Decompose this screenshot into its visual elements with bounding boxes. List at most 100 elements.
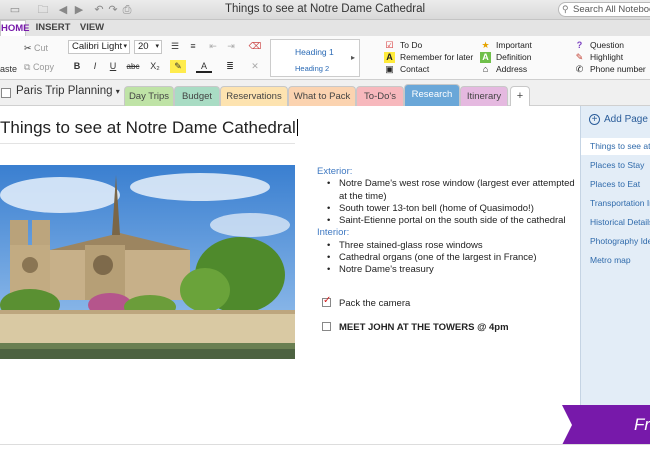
notebooks-pane-icon[interactable] (1, 88, 11, 98)
tab-view[interactable]: VIEW (78, 20, 106, 36)
tag-todo[interactable]: ☑ To Do (384, 40, 422, 51)
tag-label: Phone number (590, 64, 646, 74)
section-tab-reservations[interactable]: Reservations (220, 86, 288, 106)
checkbox-checked[interactable]: ✓ (322, 295, 332, 307)
notebook-selector[interactable]: Paris Trip Planning ▾ (16, 85, 120, 97)
chevron-down-icon: ▾ (155, 43, 159, 50)
tag-label: Question (590, 40, 625, 50)
page-title[interactable]: Things to see at Notre Dame Cathedral (0, 118, 298, 138)
copy-label: Copy (32, 62, 54, 72)
style-heading-2[interactable]: Heading 2 (295, 64, 329, 73)
page-tab[interactable]: Transportation Info (581, 195, 650, 212)
pen-icon: ✎ (575, 52, 584, 62)
indent-icon[interactable]: ⇥ (224, 40, 238, 53)
tag-contact[interactable]: ▣ Contact (384, 64, 429, 75)
search-input[interactable]: ⚲ Search All Notebooks (558, 2, 650, 17)
tag-label: Definition (496, 52, 532, 62)
tag-address[interactable]: ⌂ Address (480, 64, 527, 75)
page-canvas[interactable]: Things to see at Notre Dame Cathedral Ex… (0, 106, 580, 444)
exterior-list: Notre Dame's west rose window (largest e… (317, 178, 579, 227)
highlight-a-icon: A (384, 52, 395, 63)
styles-gallery[interactable]: Heading 1 Heading 2 ▸ (270, 39, 360, 77)
tag-question[interactable]: ? Question (574, 40, 624, 51)
promo-banner: Fr (562, 405, 650, 445)
font-name-select[interactable]: Calibri Light ▾ (68, 40, 130, 54)
title-bar: ▭ 🗀 ◀ ▶ ↶ ↷ ⎙ Things to see at Notre Dam… (0, 0, 650, 20)
font-color-icon[interactable]: A (196, 60, 212, 73)
list-item: Three stained-glass rose windows (317, 240, 579, 253)
todo-label: Pack the camera (339, 298, 411, 309)
strikethrough-button[interactable]: abc (124, 60, 142, 73)
tag-label: Contact (400, 64, 430, 74)
checkmark-icon: ✓ (323, 295, 332, 306)
section-tab-day-trips[interactable]: Day Trips (124, 86, 174, 106)
copy-button[interactable]: ⧉ Copy (24, 61, 54, 74)
numbering-icon[interactable]: ≡ (186, 40, 200, 53)
clear-format-icon[interactable]: ⌫ (248, 40, 262, 53)
page-tab[interactable]: Places to Eat (581, 176, 650, 193)
tag-phone[interactable]: ✆ Phone number (574, 64, 646, 75)
erase-icon[interactable]: ✕ (248, 60, 262, 73)
styles-more-icon[interactable]: ▸ (351, 53, 355, 62)
tab-home[interactable]: HOME (0, 20, 30, 36)
window-title: Things to see at Notre Dame Cathedral (224, 3, 426, 15)
section-tab-what-to-pack[interactable]: What to Pack (288, 86, 356, 106)
interior-list: Three stained-glass rose windows Cathedr… (317, 240, 579, 277)
notre-dame-photo (0, 165, 295, 359)
tags-gallery: ☑ To Do A Remember for later ▣ Contact ★ Imp… (368, 37, 650, 79)
add-page-button[interactable]: + Add Page (589, 114, 648, 125)
paste-button[interactable]: aste (0, 63, 17, 76)
subscript-button[interactable]: X₂ (146, 60, 164, 73)
section-tab-todos[interactable]: To-Do's (356, 86, 404, 106)
style-heading-1[interactable]: Heading 1 (295, 47, 334, 57)
pages-pane: + Add Page Things to see at Notre Dame Pl… (580, 106, 650, 450)
cut-button[interactable]: ✂ Cut (24, 42, 48, 55)
scissors-icon: ✂ (24, 43, 35, 53)
page-tab[interactable]: Places to Stay (581, 157, 650, 174)
add-section-button[interactable]: + (510, 86, 530, 106)
highlighter-icon[interactable]: ✎ (170, 60, 186, 73)
list-item: South tower 13-ton bell (home of Quasimo… (317, 203, 579, 216)
page-tab-active[interactable]: Things to see at Notre Dame (581, 138, 650, 155)
notebook-bar: Paris Trip Planning ▾ Day Trips Budget R… (0, 80, 650, 106)
page-title-text: Things to see at Notre Dame Cathedral (0, 118, 296, 137)
notebook-name: Paris Trip Planning (16, 85, 113, 97)
bullets-icon[interactable]: ☰ (168, 40, 182, 53)
list-item: Saint-Etienne portal on the south side o… (317, 215, 579, 228)
copy-icon: ⧉ (24, 62, 33, 72)
tag-important[interactable]: ★ Important (480, 40, 532, 51)
checkbox-unchecked[interactable] (322, 322, 331, 331)
tag-highlight[interactable]: ✎ Highlight (574, 52, 623, 63)
align-icon[interactable]: ≣ (222, 60, 238, 73)
plus-circle-icon: + (589, 114, 600, 125)
section-tab-research[interactable]: Research (404, 84, 460, 106)
page-tab[interactable]: Metro map (581, 252, 650, 269)
italic-button[interactable]: I (88, 60, 102, 73)
todo-item[interactable]: ✓ Pack the camera (322, 295, 411, 309)
checkbox-icon: ☑ (385, 40, 394, 50)
interior-header: Interior: (317, 227, 350, 239)
contact-card-icon: ▣ (385, 64, 394, 74)
list-item: Notre Dame's west rose window (largest e… (317, 178, 579, 203)
ribbon: aste ✂ Cut ⧉ Copy Calibri Light ▾ 20 ▾ ☰ ≡… (0, 36, 650, 80)
tag-remember[interactable]: A Remember for later (384, 52, 473, 63)
page-tab[interactable]: Historical Details (581, 214, 650, 231)
tag-definition[interactable]: A Definition (480, 52, 531, 63)
search-icon: ⚲ (562, 4, 569, 14)
section-tab-budget[interactable]: Budget (174, 86, 220, 106)
section-tab-itinerary[interactable]: Itinerary (460, 86, 508, 106)
page-tab[interactable]: Photography Ideas (581, 233, 650, 250)
phone-icon: ✆ (575, 64, 584, 74)
list-item: Cathedral organs (one of the largest in … (317, 252, 579, 265)
todo-item[interactable]: MEET JOHN AT THE TOWERS @ 4pm (322, 322, 509, 333)
text-cursor (296, 119, 298, 136)
font-size-select[interactable]: 20 ▾ (134, 40, 162, 54)
todo-label: MEET JOHN AT THE TOWERS @ 4pm (339, 322, 509, 333)
notes-outline[interactable]: Exterior: Notre Dame's west rose window … (317, 166, 579, 277)
outdent-icon[interactable]: ⇤ (206, 40, 220, 53)
underline-button[interactable]: U (106, 60, 120, 73)
bold-button[interactable]: B (70, 60, 84, 73)
tag-label: Important (496, 40, 532, 50)
tab-insert[interactable]: INSERT (34, 20, 72, 36)
tag-label: Remember for later (400, 52, 474, 62)
